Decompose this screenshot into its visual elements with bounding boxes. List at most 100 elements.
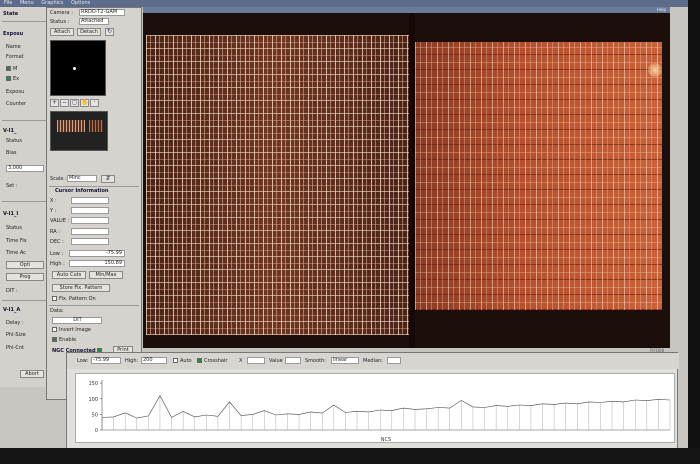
status-label-2: Status (6, 225, 22, 231)
zoom-fit-icon[interactable]: ◻ (70, 99, 79, 107)
zoom-in-icon[interactable]: + (50, 99, 59, 107)
check-ex-label: Ex (13, 76, 20, 82)
plot-x-label: X (239, 358, 243, 364)
camera-label: Camera : (50, 10, 73, 16)
cursor-ra-value (71, 228, 109, 235)
plot-high-label: High: (125, 358, 139, 364)
fix-pattern-label: Fix. Pattern On (59, 296, 96, 302)
data-select[interactable]: DIT (52, 317, 102, 324)
cut-plot-window: Low: -75.99 High: 200 Auto Crosshair X V… (66, 352, 679, 450)
cursor-value-label: VALUE : (50, 218, 70, 224)
minmax-button[interactable]: Min/Max (89, 271, 123, 279)
divider (2, 300, 46, 301)
attach-button[interactable]: Attach (50, 28, 74, 36)
value-field[interactable]: 3,000 (6, 165, 44, 172)
y-tick-label: 150 (88, 381, 98, 387)
camera-panel: Camera : RRDO-T2-GAM Status : Attached A… (46, 7, 142, 400)
image-display[interactable] (143, 13, 670, 348)
y-tick-label: 50 (92, 412, 98, 418)
ph-size-label: Phl-Size (6, 332, 26, 338)
enable-checkbox[interactable] (52, 337, 57, 342)
cursor-ra-label: RA : (50, 229, 60, 235)
invert-checkbox[interactable] (52, 327, 57, 332)
prog-button[interactable]: Prog (6, 273, 44, 281)
monitor-bottom-bezel (0, 448, 700, 464)
ph-cnt-label: Phl-Cnt (6, 345, 24, 351)
cursor-x-value (71, 197, 109, 204)
high-input[interactable]: 150.89 (69, 260, 125, 267)
crosshair-checkbox[interactable] (197, 358, 202, 363)
cut-plot[interactable]: 0 50 100 150 NCS (75, 373, 675, 443)
divider (2, 201, 46, 202)
crosshair-label: Crosshair (204, 358, 228, 364)
plot-high-input[interactable]: 200 (141, 357, 167, 364)
smooth-select[interactable]: linear (331, 357, 359, 364)
zoom-out-icon[interactable]: − (60, 99, 69, 107)
vifi-label-3: V-I1_A (3, 307, 21, 313)
scale-select[interactable]: Minc (67, 175, 97, 182)
abort-button[interactable]: Abort (20, 370, 44, 378)
menu-graphics[interactable]: Graphics (41, 0, 63, 6)
divider (49, 186, 139, 187)
low-input[interactable]: -75.99 (69, 250, 125, 257)
plot-auto-checkbox[interactable] (173, 358, 178, 363)
status-label: Status : (50, 19, 70, 25)
enable-label: Enable (59, 337, 77, 343)
median-input[interactable] (387, 357, 401, 364)
scale-label: Scale : (50, 176, 67, 182)
y-tick-label: 0 (95, 428, 98, 434)
center-icon[interactable]: · (90, 99, 99, 107)
plot-low-input[interactable]: -75.99 (91, 357, 121, 364)
check-ex[interactable] (6, 76, 11, 81)
cursor-y-label: Y : (50, 208, 57, 214)
menu-menu[interactable]: Menu (20, 0, 34, 6)
plot-value-label: Value (269, 358, 283, 364)
scale-spin-icon[interactable]: ⇵ (101, 175, 115, 183)
star-dot (73, 67, 76, 70)
star-thumbnail (50, 40, 106, 96)
divider (2, 120, 46, 121)
exposure-label: Exposu (6, 89, 25, 95)
low-label: Low : (50, 251, 64, 257)
control-panel-left: State Exposu Name Format M Ex Exposu Cou… (0, 7, 48, 387)
cursor-value-value (71, 217, 109, 224)
status-label: Status (6, 138, 22, 144)
menubar: File Menu Graphics Options (0, 0, 688, 7)
status-value: Attached (79, 18, 109, 25)
exposure-heading: Exposu (3, 31, 24, 37)
detector-frame-right (415, 42, 662, 310)
cursor-dec-value (71, 238, 109, 245)
auto-cuts-button[interactable]: Auto Cuts (52, 271, 86, 279)
panner-thumbnail[interactable] (50, 111, 108, 151)
store-fix-pattern-button[interactable]: Store Fix. Pattern (52, 284, 110, 292)
menu-options[interactable]: Options (71, 0, 90, 6)
pan-icon[interactable]: ✋ (80, 99, 89, 107)
time-fix-label: Time Fix (6, 238, 27, 244)
counter-label: Counter (6, 101, 26, 107)
screen: File Menu Graphics Options State Exposu … (0, 0, 688, 452)
cursor-info-heading: Cursor Information (55, 188, 109, 194)
plot-x-input[interactable] (247, 357, 265, 364)
cursor-y-value (71, 207, 109, 214)
x-axis-label: NCS (381, 437, 391, 443)
plot-auto-label: Auto (180, 358, 192, 364)
panner-frame-left (57, 120, 85, 132)
cursor-x-label: X : (50, 198, 57, 204)
y-tick-label: 100 (88, 397, 98, 403)
format-label: Format (6, 54, 24, 60)
opt-button[interactable]: Opti (6, 261, 44, 269)
cursor-dec-label: DEC : (50, 239, 64, 245)
refresh-icon[interactable]: ↻ (105, 28, 114, 36)
camera-value[interactable]: RRDO-T2-GAM (79, 9, 125, 16)
plot-low-label: Low: (77, 358, 89, 364)
bias-label: Bias (6, 150, 17, 156)
check-m-label: M (13, 66, 18, 72)
fix-pattern-checkbox[interactable] (52, 296, 57, 301)
name-label: Name (6, 44, 21, 50)
series-line (101, 394, 671, 419)
menu-file[interactable]: File (4, 0, 12, 6)
check-m[interactable] (6, 66, 11, 71)
detach-button[interactable]: Detach (77, 28, 101, 36)
high-label: High : (50, 261, 65, 267)
median-label: Median: (363, 358, 383, 364)
